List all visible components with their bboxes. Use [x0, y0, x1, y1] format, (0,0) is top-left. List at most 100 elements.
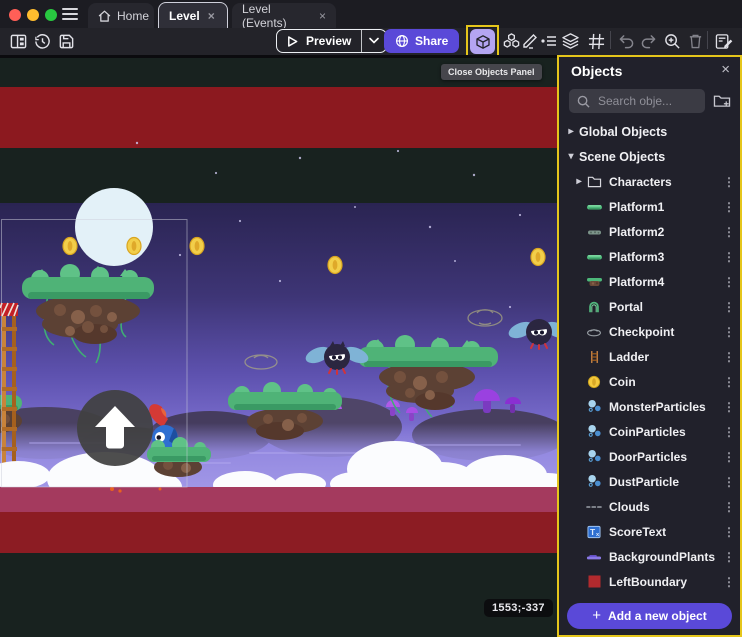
- add-new-object-button[interactable]: + Add a new object: [567, 603, 732, 629]
- kebab-menu-icon[interactable]: ⋮: [718, 500, 740, 514]
- kebab-menu-icon[interactable]: ⋮: [718, 575, 740, 589]
- up-arrow-control: [77, 390, 153, 466]
- home-icon: [98, 10, 111, 22]
- tab-level-events[interactable]: Level (Events) ×: [232, 3, 336, 28]
- panel-title: Objects: [571, 63, 622, 79]
- macos-minimize-button[interactable]: [27, 9, 39, 21]
- panel-layout-icon[interactable]: [8, 31, 28, 51]
- kebab-menu-icon[interactable]: ⋮: [718, 250, 740, 264]
- kebab-menu-icon[interactable]: ⋮: [718, 275, 740, 289]
- share-button[interactable]: Share: [384, 29, 459, 53]
- object-row-dustparticle[interactable]: DustParticle⋮: [559, 469, 740, 494]
- object-label: Portal: [609, 300, 718, 314]
- search-box[interactable]: [569, 89, 705, 113]
- object-groups-icon[interactable]: [501, 31, 521, 51]
- chevron-right-icon[interactable]: ▸: [565, 126, 577, 137]
- object-row-platform3[interactable]: Platform3⋮: [559, 244, 740, 269]
- kebab-menu-icon[interactable]: ⋮: [718, 475, 740, 489]
- layers-icon[interactable]: [560, 31, 580, 51]
- preview-label: Preview: [306, 34, 351, 48]
- close-panel-icon[interactable]: ×: [721, 61, 730, 78]
- object-label: Clouds: [609, 500, 718, 514]
- checkpoint-icon: [585, 324, 603, 340]
- close-tab-icon[interactable]: ×: [208, 9, 215, 23]
- object-label: Characters: [609, 175, 718, 189]
- plus-icon: +: [592, 607, 601, 624]
- objects-panel-toggle-button[interactable]: [470, 29, 495, 54]
- particles-icon: [585, 474, 603, 490]
- object-label: DustParticle: [609, 475, 718, 489]
- portal-icon: [585, 299, 603, 315]
- object-label: Ladder: [609, 350, 718, 364]
- object-row-platform2[interactable]: Platform2⋮: [559, 219, 740, 244]
- kebab-menu-icon[interactable]: ⋮: [718, 175, 740, 189]
- kebab-menu-icon[interactable]: ⋮: [718, 375, 740, 389]
- tab-home[interactable]: Home: [88, 3, 154, 28]
- object-row-monsterparticles[interactable]: MonsterParticles⋮: [559, 394, 740, 419]
- objects-panel-header: Objects ×: [559, 57, 740, 85]
- chevron-down-icon[interactable]: ▾: [565, 151, 577, 162]
- kebab-menu-icon[interactable]: ⋮: [718, 550, 740, 564]
- object-row-checkpoint[interactable]: Checkpoint⋮: [559, 319, 740, 344]
- object-row-backgroundplants[interactable]: BackgroundPlants⋮: [559, 544, 740, 569]
- object-row-ladder[interactable]: Ladder⋮: [559, 344, 740, 369]
- divider: [707, 31, 708, 49]
- platform-mossy-icon: [585, 224, 603, 240]
- chevron-right-icon[interactable]: ▸: [573, 176, 585, 187]
- macos-close-button[interactable]: [9, 9, 21, 21]
- save-icon[interactable]: [56, 31, 76, 51]
- tree-section-scene-objects[interactable]: ▾Scene Objects: [559, 144, 740, 169]
- kebab-menu-icon[interactable]: ⋮: [718, 200, 740, 214]
- share-label: Share: [415, 34, 448, 48]
- divider: [610, 31, 611, 49]
- kebab-menu-icon[interactable]: ⋮: [718, 425, 740, 439]
- particles-icon: [585, 424, 603, 440]
- object-row-doorparticles[interactable]: DoorParticles⋮: [559, 444, 740, 469]
- object-row-platform1[interactable]: Platform1⋮: [559, 194, 740, 219]
- history-icon[interactable]: [32, 31, 52, 51]
- close-tab-icon[interactable]: ×: [319, 9, 326, 23]
- scene-editor-canvas[interactable]: [0, 55, 558, 637]
- redo-icon[interactable]: [638, 31, 658, 51]
- scene-render: [0, 55, 558, 637]
- object-row-leftboundary[interactable]: LeftBoundary⋮: [559, 569, 740, 594]
- instances-list-icon[interactable]: [539, 31, 559, 51]
- menu-icon[interactable]: [62, 8, 78, 20]
- object-row-platform4[interactable]: Platform4⋮: [559, 269, 740, 294]
- object-row-characters[interactable]: ▸ Characters⋮: [559, 169, 740, 194]
- kebab-menu-icon[interactable]: ⋮: [718, 325, 740, 339]
- macos-zoom-button[interactable]: [45, 9, 57, 21]
- object-row-coin[interactable]: Coin⋮: [559, 369, 740, 394]
- tree-section-global-objects[interactable]: ▸Global Objects: [559, 119, 740, 144]
- kebab-menu-icon[interactable]: ⋮: [718, 225, 740, 239]
- cursor-coordinates-badge: 1553;-337: [484, 599, 553, 617]
- section-label: Global Objects: [579, 125, 667, 139]
- undo-icon[interactable]: [616, 31, 636, 51]
- grid-icon[interactable]: [586, 31, 606, 51]
- object-row-coinparticles[interactable]: CoinParticles⋮: [559, 419, 740, 444]
- kebab-menu-icon[interactable]: ⋮: [718, 450, 740, 464]
- add-folder-icon[interactable]: [713, 92, 731, 113]
- kebab-menu-icon[interactable]: ⋮: [718, 400, 740, 414]
- object-label: DoorParticles: [609, 450, 718, 464]
- object-row-scoretext[interactable]: TxScoreText⋮: [559, 519, 740, 544]
- preview-button[interactable]: Preview: [276, 29, 387, 53]
- platform-grass-icon: [585, 249, 603, 265]
- platform-grass-icon: [585, 199, 603, 215]
- tab-label: Level: [169, 9, 200, 23]
- dashes-icon: [585, 499, 603, 515]
- object-row-clouds[interactable]: Clouds⋮: [559, 494, 740, 519]
- titlebar: Home Level × Level (Events) ×: [0, 0, 742, 28]
- chevron-down-icon[interactable]: [362, 36, 386, 47]
- edit-pencil-icon[interactable]: [520, 31, 540, 51]
- kebab-menu-icon[interactable]: ⋮: [718, 525, 740, 539]
- tab-level[interactable]: Level ×: [158, 2, 228, 28]
- kebab-menu-icon[interactable]: ⋮: [718, 350, 740, 364]
- trash-icon[interactable]: [685, 31, 705, 51]
- zoom-in-icon[interactable]: [662, 31, 682, 51]
- object-row-portal[interactable]: Portal⋮: [559, 294, 740, 319]
- search-input[interactable]: [596, 93, 690, 109]
- tab-label: Level (Events): [242, 2, 311, 30]
- scene-properties-icon[interactable]: [714, 31, 734, 51]
- kebab-menu-icon[interactable]: ⋮: [718, 300, 740, 314]
